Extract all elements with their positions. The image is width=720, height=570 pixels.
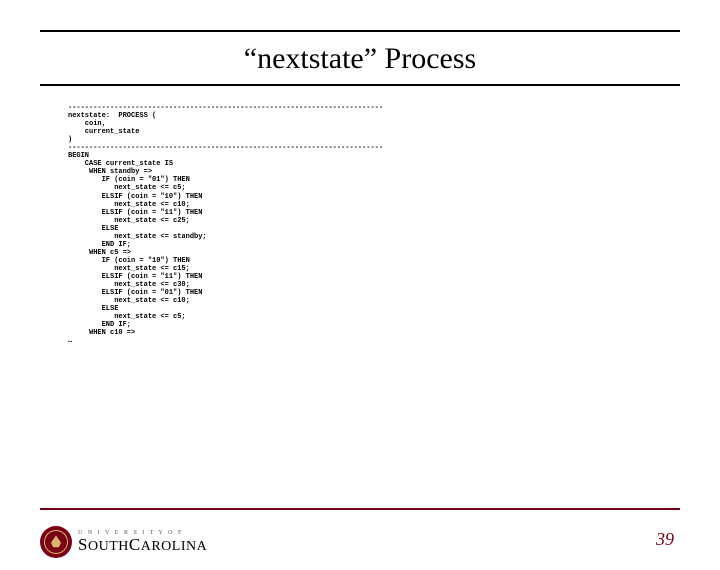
logo-text: U N I V E R S I T Y O F SOUTHCAROLINA: [78, 530, 207, 554]
logo-line2: SOUTHCAROLINA: [78, 536, 207, 554]
slide-title: “nextstate” Process: [40, 32, 680, 84]
code-block: ----------------------------------------…: [68, 104, 680, 345]
title-rule-bottom: [40, 84, 680, 86]
logo-seal-icon: [40, 526, 72, 558]
logo-big-s: S: [78, 535, 88, 554]
logo-big-c: C: [129, 535, 141, 554]
footer-rule: [40, 508, 680, 510]
logo-outh: OUTH: [88, 539, 129, 554]
footer: U N I V E R S I T Y O F SOUTHCAROLINA 39: [0, 508, 720, 570]
university-logo: U N I V E R S I T Y O F SOUTHCAROLINA: [40, 526, 207, 558]
logo-arolina: AROLINA: [141, 539, 208, 554]
slide: “nextstate” Process --------------------…: [0, 30, 720, 570]
